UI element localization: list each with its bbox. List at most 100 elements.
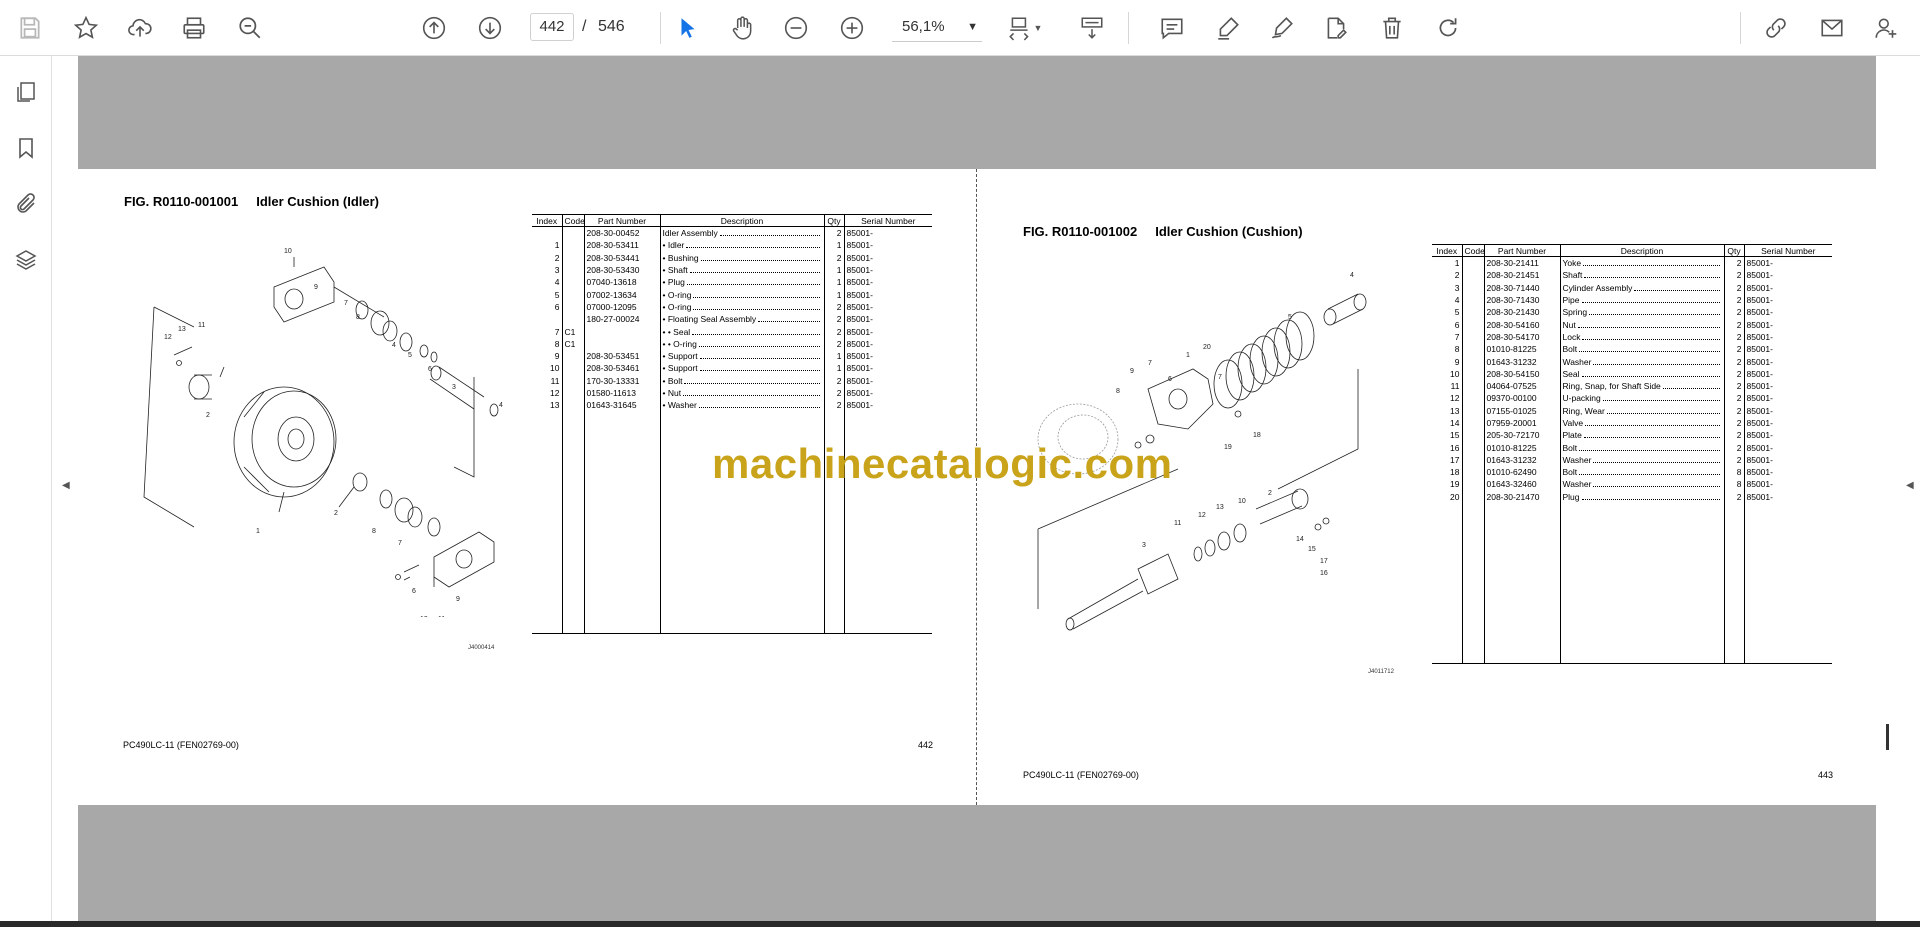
table-cell bbox=[583, 337, 660, 350]
column-header: Index bbox=[1432, 244, 1462, 257]
table-cell: Plate bbox=[1559, 429, 1724, 442]
table-cell: 04064-07525 bbox=[1483, 379, 1560, 393]
share-link-icon[interactable] bbox=[1760, 12, 1792, 44]
comment-icon[interactable] bbox=[1156, 12, 1188, 44]
table-cell: Washer bbox=[1559, 355, 1724, 368]
table-cell: • Support bbox=[659, 362, 824, 375]
table-cell bbox=[1461, 429, 1484, 442]
zoom-in-icon[interactable] bbox=[836, 12, 868, 44]
highlight-pen-icon[interactable] bbox=[1212, 12, 1244, 44]
table-cell: 2 bbox=[1723, 293, 1744, 307]
column-header: Description bbox=[659, 214, 824, 227]
table-cell: 2 bbox=[554, 252, 560, 263]
star-icon[interactable] bbox=[70, 12, 102, 44]
table-cell: Shaft bbox=[1559, 269, 1724, 282]
table-cell bbox=[1461, 502, 1484, 664]
draw-pen-icon[interactable] bbox=[1266, 12, 1298, 44]
parts-table-left: Index Code Part Number Description Qty Serial… bbox=[532, 214, 932, 635]
redo-icon[interactable] bbox=[1432, 12, 1464, 44]
page-number-input[interactable]: 442 bbox=[530, 13, 574, 41]
table-row: 7 C1 • • Seal 2 85001- bbox=[532, 325, 932, 338]
left-sidebar: ◀ bbox=[0, 56, 70, 921]
svg-text:13: 13 bbox=[420, 616, 428, 617]
table-cell bbox=[561, 300, 584, 314]
table-cell: Lock bbox=[1559, 330, 1724, 344]
svg-text:6: 6 bbox=[412, 588, 416, 595]
part-description: • Bushing bbox=[662, 252, 699, 263]
table-cell: Nut bbox=[1559, 318, 1724, 331]
table-cell bbox=[561, 226, 584, 240]
table-cell: 6 bbox=[554, 301, 560, 312]
attachment-icon[interactable] bbox=[12, 190, 40, 218]
upload-icon[interactable] bbox=[124, 12, 156, 44]
svg-text:8: 8 bbox=[356, 314, 360, 321]
email-icon[interactable] bbox=[1816, 12, 1848, 44]
table-cell: 85001- bbox=[1743, 441, 1832, 454]
zoom-value: 56,1% bbox=[902, 18, 945, 35]
collapse-right-icon[interactable]: ◀ bbox=[1906, 480, 1914, 491]
table-cell: 85001- bbox=[843, 288, 932, 301]
fig-title-right: FIG. R0110-001002 Idler Cushion (Cushion) bbox=[1023, 224, 1303, 239]
save-icon[interactable] bbox=[14, 12, 46, 44]
parts-table-right: Index Code Part Number Description Qty Serial… bbox=[1432, 244, 1832, 664]
table-cell: 85001- bbox=[843, 374, 932, 387]
print-icon[interactable] bbox=[178, 12, 210, 44]
table-row: 4 208-30-71430 Pipe 2 85001- bbox=[1432, 293, 1832, 307]
svg-text:11: 11 bbox=[1174, 520, 1181, 527]
collapse-left-icon[interactable]: ◀ bbox=[62, 480, 70, 491]
svg-text:2: 2 bbox=[1268, 490, 1272, 497]
layers-icon[interactable] bbox=[12, 246, 40, 274]
arrow-down-icon[interactable] bbox=[474, 12, 506, 44]
table-cell bbox=[532, 411, 562, 635]
table-header-row: Index Code Part Number Description Qty Serial… bbox=[1432, 244, 1832, 257]
table-cell: 2 bbox=[823, 399, 844, 412]
part-description: • Shaft bbox=[662, 265, 688, 276]
table-row: 180-27-00024 • Floating Seal Assembly 2 850… bbox=[532, 313, 932, 326]
scroll-mode-icon[interactable] bbox=[1076, 12, 1108, 44]
part-description: Bolt bbox=[1562, 442, 1578, 453]
table-row: 4 07040-13618 • Plug 1 85001- bbox=[532, 276, 932, 289]
table-cell: 85001- bbox=[1743, 355, 1832, 368]
page-fit-dropdown-icon[interactable]: ▼ bbox=[1030, 12, 1046, 44]
table-header-row: Index Code Part Number Description Qty Serial… bbox=[532, 214, 932, 227]
scrollbar-thumb[interactable] bbox=[1886, 724, 1889, 750]
table-row: 16 01010-81225 Bolt 2 85001- bbox=[1432, 441, 1832, 454]
table-cell: 85001- bbox=[1743, 490, 1832, 503]
part-description: Spring bbox=[1562, 307, 1588, 318]
table-cell: 2 bbox=[823, 313, 844, 326]
zoom-out-icon[interactable] bbox=[780, 12, 812, 44]
table-cell: 6 bbox=[1454, 319, 1460, 330]
edit-document-icon[interactable] bbox=[1320, 12, 1352, 44]
page-separator: / bbox=[582, 18, 587, 35]
table-cell: 2 bbox=[1723, 318, 1744, 331]
table-cell bbox=[1461, 330, 1484, 344]
table-cell bbox=[532, 227, 562, 240]
table-cell bbox=[1461, 392, 1484, 405]
table-cell: Valve bbox=[1559, 416, 1724, 430]
table-cell: 85001- bbox=[843, 325, 932, 338]
pages-icon[interactable] bbox=[12, 78, 40, 106]
trash-icon[interactable] bbox=[1376, 12, 1408, 44]
table-cell bbox=[561, 313, 584, 326]
zoom-search-icon[interactable] bbox=[234, 12, 266, 44]
document-viewer[interactable]: FIG. R0110-001001 Idler Cushion (Idler) bbox=[78, 56, 1876, 921]
table-cell: 01010-81225 bbox=[1483, 343, 1560, 356]
fig-title-left: FIG. R0110-001001 Idler Cushion (Idler) bbox=[124, 194, 379, 209]
table-cell: 85001- bbox=[1743, 404, 1832, 417]
bookmark-icon[interactable] bbox=[12, 134, 40, 162]
table-cell bbox=[583, 325, 660, 338]
table-cell: 1 bbox=[823, 349, 844, 363]
hand-icon[interactable] bbox=[726, 12, 758, 44]
table-cell: 07959-20001 bbox=[1483, 416, 1560, 430]
table-row: 10 208-30-54150 Seal 2 85001- bbox=[1432, 367, 1832, 380]
svg-text:7: 7 bbox=[1218, 374, 1222, 381]
table-row: 3 208-30-53430 • Shaft 1 85001- bbox=[532, 263, 932, 277]
table-cell bbox=[1559, 502, 1724, 664]
table-cell: 7 bbox=[554, 326, 560, 337]
table-cell: 8 bbox=[1723, 478, 1744, 491]
add-user-icon[interactable] bbox=[1870, 12, 1902, 44]
arrow-up-icon[interactable] bbox=[418, 12, 450, 44]
cursor-select-icon[interactable] bbox=[672, 12, 704, 44]
table-cell bbox=[1461, 404, 1484, 417]
zoom-dropdown[interactable]: 56,1% ▼ bbox=[892, 13, 982, 42]
